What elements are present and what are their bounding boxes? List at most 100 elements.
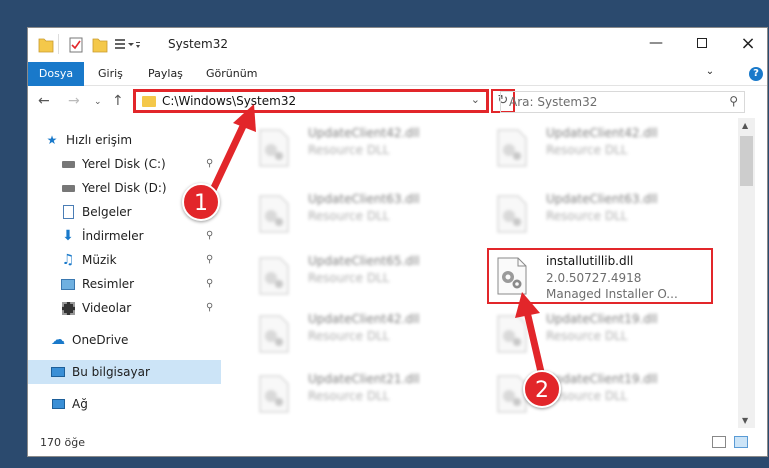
file-name: UpdateClient19.dll <box>546 312 658 326</box>
file-name: UpdateClient63.dll <box>546 192 658 206</box>
scroll-thumb[interactable] <box>740 136 753 186</box>
scroll-down-icon[interactable]: ▼ <box>742 416 748 425</box>
minimize-button[interactable]: — <box>633 28 679 58</box>
tab-share[interactable]: Paylaş <box>136 62 195 86</box>
list-item[interactable]: UpdateClient42.dll Resource DLL <box>248 308 478 364</box>
address-bar[interactable]: C:\Windows\System32 ⌄ <box>133 89 489 113</box>
sidebar-item-label: Videolar <box>82 301 132 315</box>
customize-toolbar-icon[interactable] <box>114 36 140 54</box>
new-folder-icon[interactable] <box>92 36 108 54</box>
vertical-scrollbar[interactable]: ▲ ▼ <box>738 118 755 428</box>
maximize-button[interactable] <box>679 28 725 58</box>
sidebar-item-this-pc[interactable]: Bu bilgisayar <box>28 360 221 384</box>
chevron-down-icon: ⌄ <box>470 93 480 106</box>
list-item[interactable]: UpdateClient42.dll Resource DLL <box>248 122 478 178</box>
file-type: Resource DLL <box>308 143 390 157</box>
arrow-up-icon: ↑ <box>112 93 124 109</box>
file-type: Resource DLL <box>308 389 390 403</box>
tab-home[interactable]: Giriş <box>86 62 135 86</box>
search-box[interactable]: Ara: System32 ⚲ <box>500 91 745 113</box>
sidebar-item-label: Resimler <box>82 277 135 291</box>
sidebar-item-label: Yerel Disk (C:) <box>82 157 166 171</box>
folder-icon <box>38 38 54 53</box>
arrow-right-icon: → <box>68 93 80 109</box>
list-item[interactable]: UpdateClient65.dll Resource DLL <box>248 250 478 306</box>
step-badge-2: 2 <box>523 370 561 408</box>
navigation-pane: ★ Hızlı erişim Yerel Disk (C:) ⚲ Yerel D… <box>28 118 221 428</box>
computer-icon <box>50 364 66 380</box>
explorer-window: System32 — × Dosya Giriş Paylaş Görünüm … <box>27 27 768 457</box>
dll-file-icon <box>497 195 527 233</box>
step-badge-1: 1 <box>182 183 220 221</box>
list-item[interactable]: UpdateClient19.dll Resource DLL <box>486 368 716 424</box>
dll-file-icon <box>497 129 527 167</box>
video-icon <box>60 300 76 316</box>
file-type: Resource DLL <box>308 329 390 343</box>
file-name: UpdateClient42.dll <box>308 312 420 326</box>
sidebar-item-downloads[interactable]: ⬇ İndirmeler ⚲ <box>28 224 221 248</box>
music-icon: ♫ <box>61 252 75 268</box>
tab-file[interactable]: Dosya <box>28 62 84 86</box>
sidebar-item-label: Müzik <box>82 253 117 267</box>
pin-icon: ⚲ <box>206 254 214 265</box>
sidebar-item-network[interactable]: Ağ <box>28 392 221 416</box>
dll-file-icon <box>497 315 527 353</box>
dll-file-icon <box>259 257 289 295</box>
search-icon: ⚲ <box>729 94 738 108</box>
up-button[interactable]: ↑ <box>112 93 124 109</box>
file-name: UpdateClient19.dll <box>546 372 658 386</box>
chevron-down-icon: ⌄ <box>705 65 715 77</box>
scroll-up-icon[interactable]: ▲ <box>742 121 748 130</box>
sidebar-item-label: Yerel Disk (D:) <box>82 181 167 195</box>
help-button[interactable]: ? <box>749 67 763 81</box>
file-type: Resource DLL <box>308 209 390 223</box>
dll-file-icon <box>259 315 289 353</box>
pin-icon: ⚲ <box>206 302 214 313</box>
pictures-icon <box>60 276 76 292</box>
ribbon-tabs: Dosya Giriş Paylaş Görünüm ⌄ ? <box>28 59 767 86</box>
download-icon: ⬇ <box>62 228 74 244</box>
file-name: UpdateClient65.dll <box>308 254 420 268</box>
sidebar-item-label: Belgeler <box>82 205 132 219</box>
sidebar-item-label: OneDrive <box>72 333 129 347</box>
recent-locations-button[interactable]: ⌄ <box>94 97 102 107</box>
documents-icon <box>60 204 76 220</box>
tab-view[interactable]: Görünüm <box>194 62 269 86</box>
file-name: UpdateClient42.dll <box>546 126 658 140</box>
sidebar-item-label: Bu bilgisayar <box>72 365 150 379</box>
file-type: Resource DLL <box>308 271 390 285</box>
close-button[interactable]: × <box>725 28 767 58</box>
sidebar-item-videos[interactable]: Videolar ⚲ <box>28 296 221 320</box>
sidebar-item-quick-access[interactable]: ★ Hızlı erişim <box>28 128 221 152</box>
pin-icon: ⚲ <box>206 278 214 289</box>
network-icon <box>50 396 66 412</box>
sidebar-item-pictures[interactable]: Resimler ⚲ <box>28 272 221 296</box>
expand-ribbon-button[interactable]: ⌄ <box>698 59 722 83</box>
forward-button[interactable]: → <box>68 93 80 109</box>
large-icons-view-button[interactable] <box>734 436 748 448</box>
cloud-icon: ☁ <box>51 332 65 348</box>
details-view-button[interactable] <box>712 436 726 448</box>
list-item[interactable]: UpdateClient63.dll Resource DLL <box>248 188 478 244</box>
window-title: System32 <box>168 37 229 51</box>
address-path[interactable]: C:\Windows\System32 <box>162 94 296 108</box>
back-button[interactable]: ← <box>38 93 50 109</box>
sidebar-item-local-disk-c[interactable]: Yerel Disk (C:) ⚲ <box>28 152 221 176</box>
file-name: UpdateClient21.dll <box>308 372 420 386</box>
sidebar-item-music[interactable]: ♫ Müzik ⚲ <box>28 248 221 272</box>
search-input[interactable]: Ara: System32 <box>509 95 597 109</box>
list-item[interactable]: UpdateClient42.dll Resource DLL <box>486 122 716 178</box>
list-item[interactable]: UpdateClient19.dll Resource DLL <box>486 308 716 364</box>
pin-icon: ⚲ <box>206 230 214 241</box>
list-item[interactable]: UpdateClient63.dll Resource DLL <box>486 188 716 244</box>
status-bar: 170 öğe <box>28 430 767 456</box>
sidebar-item-label: Hızlı erişim <box>66 133 133 147</box>
star-icon: ★ <box>46 133 58 147</box>
title-bar: System32 — × <box>28 28 767 62</box>
sidebar-item-onedrive[interactable]: ☁ OneDrive <box>28 328 221 352</box>
arrow-left-icon: ← <box>38 93 50 109</box>
list-item[interactable]: UpdateClient21.dll Resource DLL <box>248 368 478 424</box>
properties-icon[interactable] <box>68 36 84 54</box>
dll-file-icon <box>259 129 289 167</box>
address-dropdown-button[interactable]: ⌄ <box>471 93 480 106</box>
